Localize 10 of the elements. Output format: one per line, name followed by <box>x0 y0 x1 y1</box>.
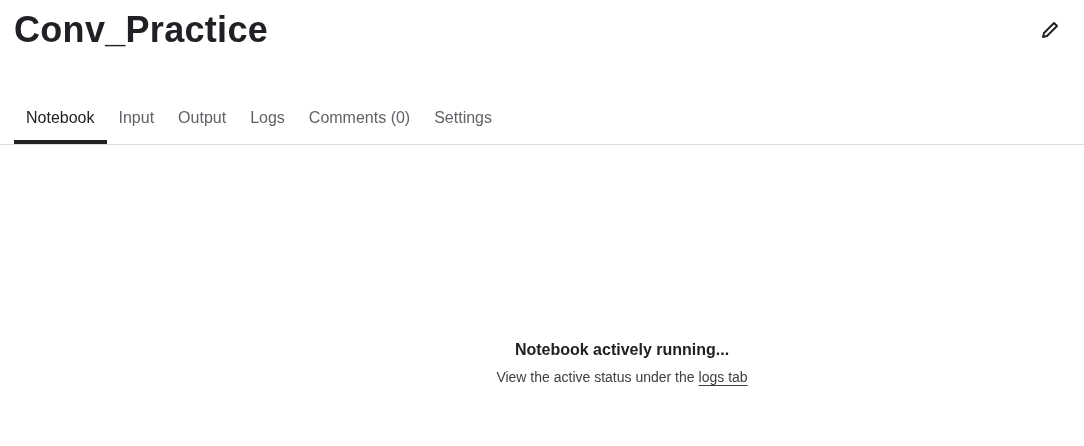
status-message: View the active status under the <box>496 369 695 385</box>
page-title: Conv_Practice <box>14 8 269 52</box>
tab[interactable]: Comments (0) <box>296 92 423 144</box>
tab[interactable]: Notebook <box>14 92 107 144</box>
tab[interactable]: Settings <box>422 92 504 144</box>
tab[interactable]: Input <box>106 92 167 144</box>
logs-link[interactable]: logs tab <box>698 369 748 385</box>
tab[interactable]: Logs <box>238 92 297 144</box>
status-heading: Notebook actively running... <box>514 341 730 359</box>
tab[interactable]: Output <box>166 92 239 144</box>
